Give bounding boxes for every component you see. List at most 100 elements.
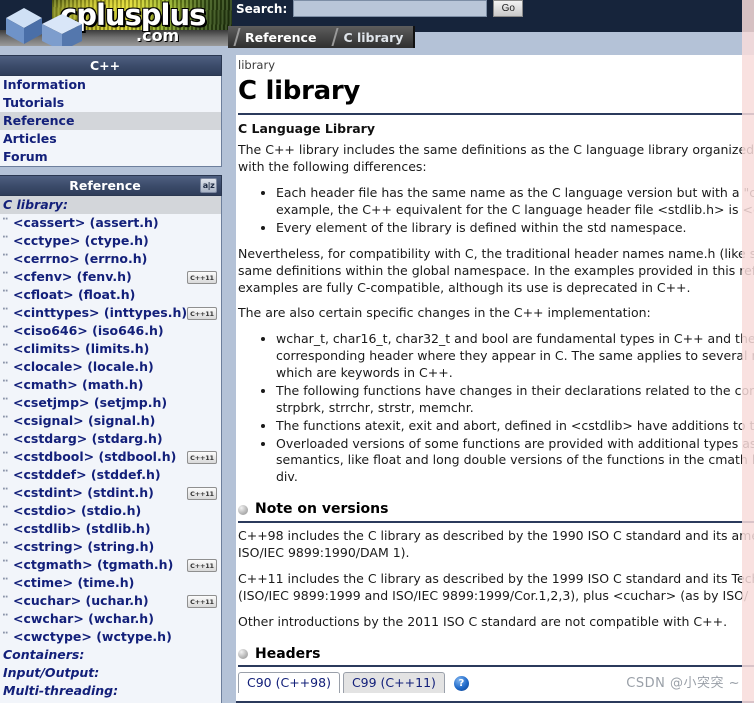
note-paragraph-3: Other introductions by the 2011 ISO C st… bbox=[238, 613, 728, 629]
logo-dotcom: .com bbox=[136, 26, 180, 45]
sphere-bullet-icon bbox=[238, 504, 248, 515]
headers-heading: Headers bbox=[238, 645, 754, 668]
tab-separator-0 bbox=[228, 26, 237, 48]
sidebar-item-reference[interactable]: Reference bbox=[0, 112, 221, 130]
search-area: Search: Go bbox=[236, 0, 524, 17]
reference-header-item[interactable]: <cmath> (math.h) bbox=[0, 373, 221, 394]
search-go-button[interactable]: Go bbox=[493, 0, 524, 17]
changes-intro-paragraph: The are also certain specific changes in… bbox=[238, 305, 651, 321]
reference-header-item[interactable]: <cassert> (assert.h) bbox=[0, 211, 221, 232]
tab-reference[interactable]: Reference bbox=[237, 26, 326, 48]
reference-header-item[interactable]: <cfloat> (float.h) bbox=[0, 283, 221, 304]
reference-header-item[interactable]: <cwchar> (wchar.h) bbox=[0, 607, 221, 628]
alphabetical-sort-icon[interactable]: a|z bbox=[200, 178, 217, 193]
breadcrumb-tabs: Reference C library bbox=[228, 26, 416, 48]
reference-header-label: <cstdarg> (stdarg.h) bbox=[13, 431, 163, 446]
reference-header-item[interactable]: <csignal> (signal.h) bbox=[0, 409, 221, 430]
reference-header-item[interactable]: <ciso646> (iso646.h) bbox=[0, 319, 221, 340]
reference-header-label: <cfloat> (float.h) bbox=[13, 287, 136, 302]
tab-separator-1 bbox=[326, 26, 335, 48]
reference-group[interactable]: C library: bbox=[0, 196, 221, 214]
cpp11-badge: C++11 bbox=[187, 595, 217, 608]
reference-header-item[interactable]: <cinttypes> (inttypes.h)C++11 bbox=[0, 301, 221, 322]
reference-header-item[interactable]: <climits> (limits.h) bbox=[0, 337, 221, 358]
reference-header-label: <csignal> (signal.h) bbox=[13, 413, 156, 428]
reference-header-label: <cstdio> (stdio.h) bbox=[13, 503, 142, 518]
search-label: Search: bbox=[236, 1, 288, 16]
reference-header-item[interactable]: <cfenv> (fenv.h) C++11 bbox=[0, 265, 221, 286]
reference-header-label: <cuchar> (uchar.h) bbox=[13, 593, 149, 608]
differences-list: Each header file has the same name as th… bbox=[236, 185, 754, 237]
reference-header-item[interactable]: <clocale> (locale.h) bbox=[0, 355, 221, 376]
reference-header-item[interactable]: <cerrno> (errno.h) bbox=[0, 247, 221, 268]
intro-paragraph: The C++ library includes the same defini… bbox=[238, 142, 754, 176]
sidebar-item-information[interactable]: Information bbox=[0, 76, 221, 94]
note-paragraph-2: C++11 includes the C library as describe… bbox=[238, 570, 754, 603]
reference-header-label: <cstdlib> (stdlib.h) bbox=[13, 521, 151, 536]
reference-panel-label: Reference bbox=[69, 178, 141, 193]
main-content: library C library C Language Library The… bbox=[236, 55, 754, 703]
sidebar: C++ Information Tutorials Reference Arti… bbox=[0, 55, 222, 703]
reference-header-item[interactable]: <cstring> (string.h) bbox=[0, 535, 221, 556]
cpp11-badge: C++11 bbox=[187, 559, 217, 572]
reference-header-item[interactable]: <cstdio> (stdio.h) bbox=[0, 499, 221, 520]
compat-paragraph: Nevertheless, for compatibility with C, … bbox=[238, 245, 754, 295]
reference-header-label: <cstdint> (stdint.h) bbox=[13, 485, 154, 500]
intro-text-cont: with the following differences: bbox=[238, 159, 427, 175]
section-subtitle: C Language Library bbox=[238, 120, 375, 136]
note-heading-label: Note on versions bbox=[255, 501, 389, 518]
cpp11-badge: C++11 bbox=[187, 307, 217, 320]
tab-c99[interactable]: C99 (C++11) bbox=[342, 672, 445, 694]
reference-header-item[interactable]: <ctgmath> (tgmath.h) C++11 bbox=[0, 553, 221, 574]
reference-header-label: <csetjmp> (setjmp.h) bbox=[13, 395, 168, 410]
reference-panel-body: C library:<cassert> (assert.h) <cctype> (… bbox=[0, 196, 222, 703]
reference-header-label: <cstdbool> (stdbool.h) bbox=[13, 449, 177, 464]
reference-panel-title: Reference a|z bbox=[0, 175, 222, 196]
intro-text: The C++ library includes the same defini… bbox=[238, 142, 754, 158]
reference-group[interactable]: Input/Output: bbox=[0, 664, 221, 682]
site-logo[interactable]: cplusplus .com bbox=[0, 0, 232, 46]
reference-header-item[interactable]: <cstdint> (stdint.h) C++11 bbox=[0, 481, 221, 502]
reference-header-item[interactable]: <cctype> (ctype.h) bbox=[0, 229, 221, 250]
reference-header-label: <cctype> (ctype.h) bbox=[13, 233, 149, 248]
header-standard-tabs: C90 (C++98) C99 (C++11) ? bbox=[238, 672, 754, 694]
list-item: Every element of the library is defined … bbox=[276, 220, 754, 237]
reference-header-label: <cstddef> (stddef.h) bbox=[13, 467, 161, 482]
tab-c-library[interactable]: C library bbox=[335, 26, 413, 48]
reference-header-label: <cerrno> (errno.h) bbox=[13, 251, 148, 266]
sidebar-item-articles[interactable]: Articles bbox=[0, 130, 221, 148]
reference-header-item[interactable]: <cstddef> (stddef.h) bbox=[0, 463, 221, 484]
reference-header-item[interactable]: <cuchar> (uchar.h) C++11 bbox=[0, 589, 221, 610]
reference-header-label: <ctime> (time.h) bbox=[13, 575, 135, 590]
sphere-bullet-icon bbox=[238, 648, 248, 659]
reference-group[interactable]: Multi-threading: bbox=[0, 682, 221, 700]
help-icon[interactable]: ? bbox=[453, 676, 469, 692]
sidebar-item-forum[interactable]: Forum bbox=[0, 148, 221, 166]
search-input[interactable] bbox=[293, 0, 488, 17]
logo-cube-right-icon bbox=[38, 14, 98, 46]
cpp-panel-title: C++ bbox=[0, 55, 222, 76]
tab-c90[interactable]: C90 (C++98) bbox=[238, 672, 340, 694]
cpp-panel: C++ Information Tutorials Reference Arti… bbox=[0, 55, 222, 167]
list-item: Overloaded versions of some functions ar… bbox=[276, 436, 754, 487]
reference-header-label: <cfenv> (fenv.h) bbox=[13, 269, 132, 284]
reference-header-item[interactable]: <cstdbool> (stdbool.h) C++11 bbox=[0, 445, 221, 466]
reference-header-item[interactable]: <cstdarg> (stdarg.h) bbox=[0, 427, 221, 448]
reference-header-label: <cassert> (assert.h) bbox=[13, 215, 159, 230]
reference-header-item[interactable]: <cwctype> (wctype.h) bbox=[0, 625, 221, 646]
list-item: The functions atexit, exit and abort, de… bbox=[276, 418, 754, 435]
reference-header-item[interactable]: <cstdlib> (stdlib.h) bbox=[0, 517, 221, 538]
reference-header-label: <cmath> (math.h) bbox=[13, 377, 144, 392]
note-on-versions-heading: Note on versions bbox=[238, 500, 754, 524]
sidebar-item-tutorials[interactable]: Tutorials bbox=[0, 94, 221, 112]
cpp11-badge: C++11 bbox=[187, 451, 217, 464]
reference-panel: Reference a|z C library:<cassert> (asser… bbox=[0, 175, 222, 703]
cpp11-badge: C++11 bbox=[187, 487, 217, 500]
reference-group[interactable]: Containers: bbox=[0, 646, 221, 664]
reference-header-label: <cstring> (string.h) bbox=[13, 539, 155, 554]
reference-header-label: <ciso646> (iso646.h) bbox=[13, 323, 164, 338]
page-root: Search: Go cplusplus .com Reference C li… bbox=[0, 0, 754, 703]
reference-header-item[interactable]: <ctime> (time.h) bbox=[0, 571, 221, 592]
reference-header-item[interactable]: <csetjmp> (setjmp.h) bbox=[0, 391, 221, 412]
topbar-right-edge bbox=[736, 0, 742, 32]
